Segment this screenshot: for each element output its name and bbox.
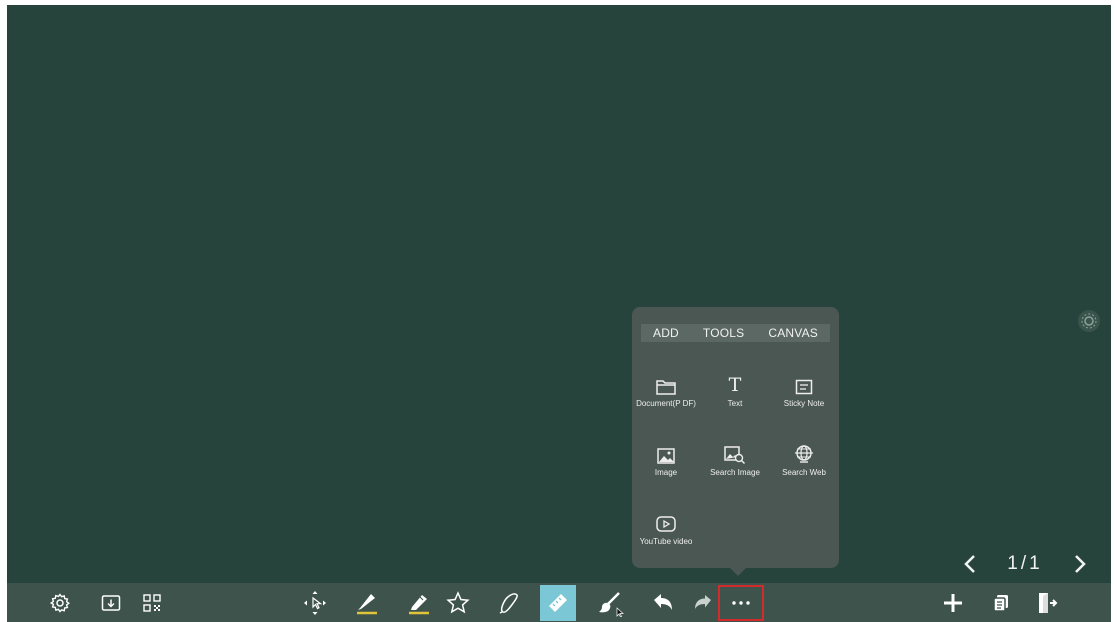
sticky-note-icon: [795, 379, 813, 395]
exit-button[interactable]: [1027, 583, 1067, 622]
text-icon: T: [728, 374, 742, 396]
qr-code-icon: [143, 593, 161, 612]
more-icon: [732, 601, 750, 605]
tab-add[interactable]: ADD: [653, 326, 679, 340]
add-document-button[interactable]: Document(P DF): [636, 371, 696, 408]
text-label: Text: [727, 399, 743, 408]
search-image-label: Search Image: [710, 468, 760, 477]
page-indicator: 1/1: [1007, 553, 1043, 574]
popup-tabs: ADD TOOLS CANVAS: [641, 324, 830, 342]
globe-icon: [795, 445, 813, 463]
pen-icon: [357, 593, 377, 614]
pages-icon: [993, 594, 1008, 612]
settings-button[interactable]: [40, 583, 80, 622]
whiteboard-canvas[interactable]: [7, 5, 1111, 583]
page-navigator: 1/1: [963, 550, 1087, 578]
undo-icon: [654, 593, 672, 610]
bottom-toolbar: [7, 583, 1111, 622]
select-move-tool[interactable]: [295, 583, 335, 622]
more-button[interactable]: [718, 585, 764, 621]
previous-page-icon[interactable]: [963, 554, 977, 574]
tab-tools[interactable]: TOOLS: [703, 326, 744, 340]
highlighter-icon: [409, 594, 429, 614]
exit-icon: [1039, 592, 1058, 613]
lasso-tool[interactable]: [489, 583, 529, 622]
lasso-icon: [499, 592, 518, 614]
undo-button[interactable]: [643, 583, 683, 622]
add-page-icon: [944, 593, 962, 612]
redo-button[interactable]: [683, 583, 723, 622]
play-video-icon: [656, 516, 676, 532]
shape-tool[interactable]: [438, 583, 478, 622]
ruler-icon: [549, 594, 567, 612]
add-sticky-note-button[interactable]: Sticky Note: [774, 371, 834, 408]
share-qr-button[interactable]: [132, 583, 172, 622]
search-web-button[interactable]: Search Web: [774, 440, 834, 477]
highlighter-tool[interactable]: [399, 583, 439, 622]
search-web-label: Search Web: [782, 468, 826, 477]
document-label: Document(P DF): [636, 399, 696, 408]
add-image-button[interactable]: Image: [636, 440, 696, 477]
sticky-note-label: Sticky Note: [783, 399, 825, 408]
pen-tool[interactable]: [347, 583, 387, 622]
search-image-icon: [724, 446, 746, 464]
side-settings-icon[interactable]: [1077, 309, 1101, 333]
redo-icon: [695, 594, 711, 609]
image-icon: [657, 448, 675, 464]
next-page-icon[interactable]: [1073, 554, 1087, 574]
ruler-tool[interactable]: [540, 585, 576, 621]
add-youtube-video-button[interactable]: YouTube video: [636, 509, 696, 546]
folder-icon: [656, 380, 676, 395]
star-shape-icon: [446, 590, 470, 613]
page-list-button[interactable]: [981, 583, 1021, 622]
brush-eraser-icon: [599, 591, 624, 617]
tab-canvas[interactable]: CANVAS: [768, 326, 818, 340]
folder-download-icon: [101, 594, 121, 611]
image-label: Image: [654, 468, 678, 477]
youtube-video-label: YouTube video: [639, 537, 693, 546]
save-file-button[interactable]: [91, 583, 131, 622]
move-select-icon: [304, 590, 326, 615]
gear-icon: [50, 592, 70, 613]
search-image-button[interactable]: Search Image: [705, 440, 765, 477]
add-menu-popup: ADD TOOLS CANVAS Document(P DF) T Text S…: [632, 307, 839, 576]
add-text-button[interactable]: T Text: [705, 371, 765, 409]
add-page-button[interactable]: [933, 583, 973, 622]
eraser-tool[interactable]: [591, 583, 631, 622]
